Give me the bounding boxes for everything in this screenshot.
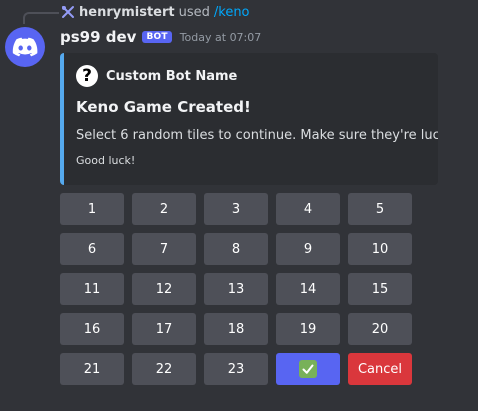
tile-button-5[interactable]: 5 xyxy=(348,193,412,225)
tile-button-12[interactable]: 12 xyxy=(132,273,196,305)
embed-author: ? Custom Bot Name xyxy=(76,64,237,88)
embed-footer-text: Good luck! xyxy=(76,154,136,167)
tile-button-13[interactable]: 13 xyxy=(204,273,268,305)
confirm-button[interactable] xyxy=(276,353,340,385)
tile-button-17[interactable]: 17 xyxy=(132,313,196,345)
message-timestamp: Today at 07:07 xyxy=(179,30,262,44)
bot-tag-badge: BOT xyxy=(142,31,172,43)
tile-button-11[interactable]: 11 xyxy=(60,273,124,305)
discord-logo-icon xyxy=(12,37,38,57)
reply-username[interactable]: henrymistert xyxy=(79,5,175,20)
tile-button-19[interactable]: 19 xyxy=(276,313,340,345)
tile-button-8[interactable]: 8 xyxy=(204,233,268,265)
embed-description: Select 6 random tiles to continue. Make … xyxy=(76,128,438,143)
tile-button-14[interactable]: 14 xyxy=(276,273,340,305)
tile-button-4[interactable]: 4 xyxy=(276,193,340,225)
tile-button-23[interactable]: 23 xyxy=(204,353,268,385)
avatar[interactable] xyxy=(5,27,45,67)
tile-button-21[interactable]: 21 xyxy=(60,353,124,385)
slash-command-icon xyxy=(60,5,75,20)
embed-accent-bar xyxy=(60,53,64,185)
tile-button-7[interactable]: 7 xyxy=(132,233,196,265)
question-mark-icon: ? xyxy=(76,65,98,87)
check-mark-icon xyxy=(299,360,317,378)
reply-reference: henrymistert used /keno xyxy=(60,4,250,20)
tile-button-20[interactable]: 20 xyxy=(348,313,412,345)
tile-button-grid: 1 2 3 4 5 6 7 8 9 10 11 12 13 14 15 16 1… xyxy=(60,193,412,385)
embed-author-name: Custom Bot Name xyxy=(106,68,238,84)
embed-title: Keno Game Created! xyxy=(76,98,251,116)
tile-button-9[interactable]: 9 xyxy=(276,233,340,265)
tile-button-18[interactable]: 18 xyxy=(204,313,268,345)
tile-button-15[interactable]: 15 xyxy=(348,273,412,305)
tile-button-10[interactable]: 10 xyxy=(348,233,412,265)
tile-button-3[interactable]: 3 xyxy=(204,193,268,225)
tile-button-6[interactable]: 6 xyxy=(60,233,124,265)
tile-button-16[interactable]: 16 xyxy=(60,313,124,345)
reply-used-text: used xyxy=(178,4,210,20)
author-icon-glyph: ? xyxy=(82,65,92,86)
author-username[interactable]: ps99 dev xyxy=(60,28,136,46)
message-header: ps99 dev BOT Today at 07:07 xyxy=(60,27,261,47)
cancel-button[interactable]: Cancel xyxy=(348,353,412,385)
reply-spine xyxy=(23,12,59,24)
tile-button-1[interactable]: 1 xyxy=(60,193,124,225)
tile-button-22[interactable]: 22 xyxy=(132,353,196,385)
embed-card: ? Custom Bot Name Keno Game Created! Sel… xyxy=(60,53,438,185)
reply-command[interactable]: /keno xyxy=(214,5,250,20)
tile-button-2[interactable]: 2 xyxy=(132,193,196,225)
